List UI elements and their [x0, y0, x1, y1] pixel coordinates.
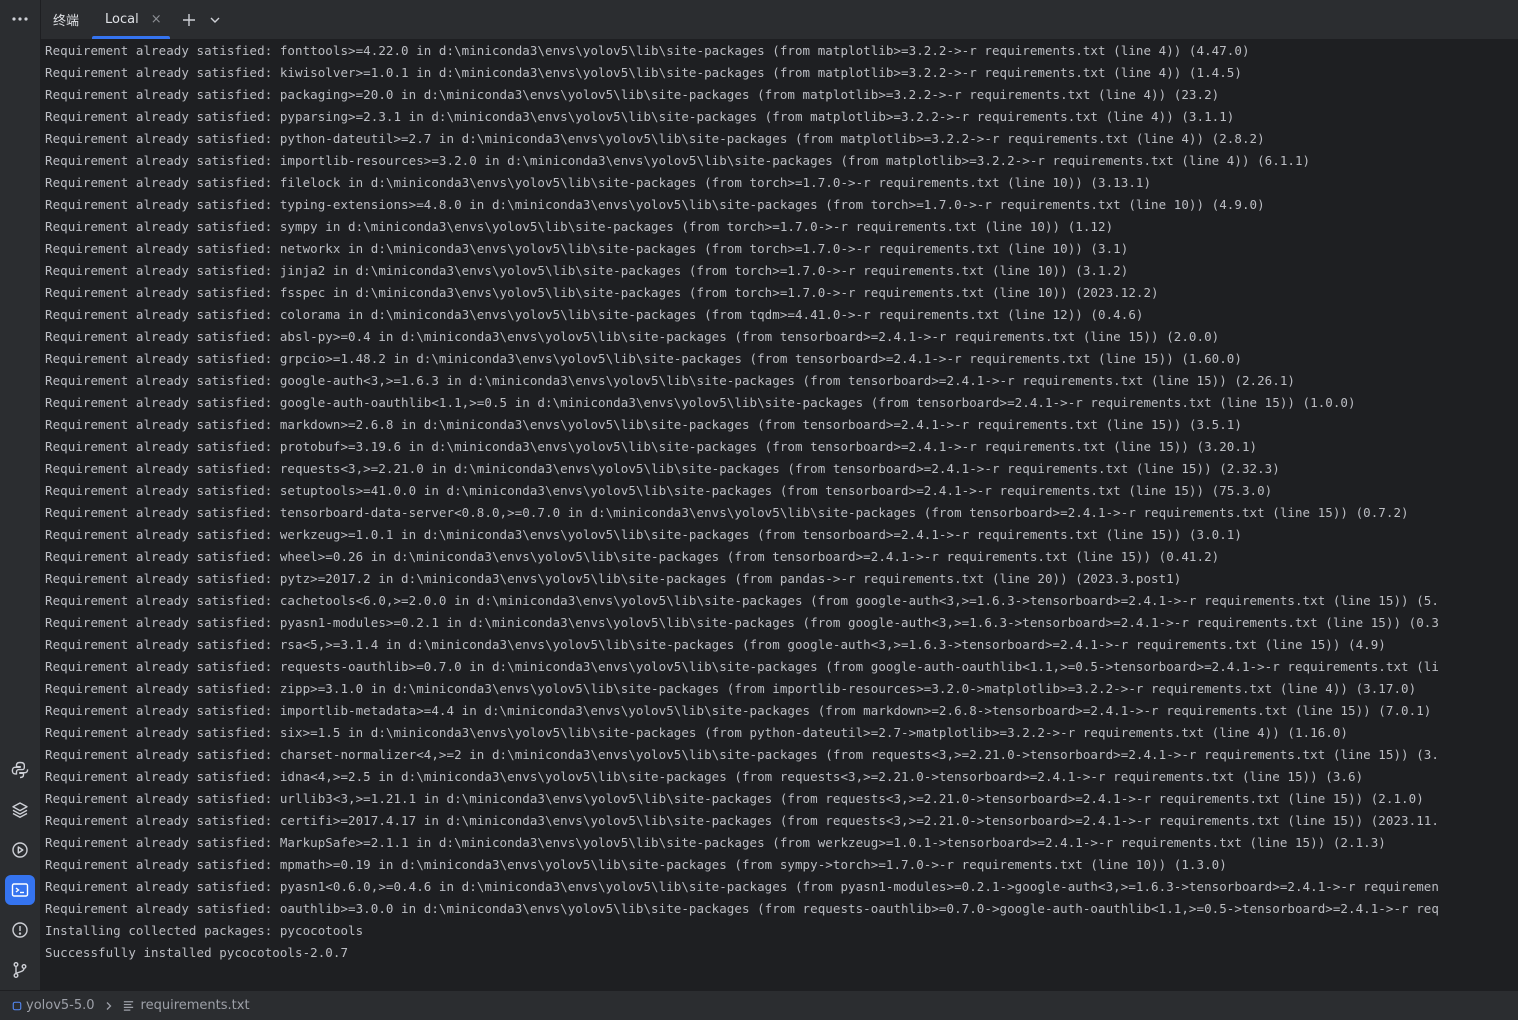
git-button[interactable] — [5, 955, 35, 985]
terminal-line: Requirement already satisfied: urllib3<3… — [45, 791, 1424, 806]
terminal-line: Requirement already satisfied: google-au… — [45, 373, 1295, 388]
close-icon[interactable]: × — [151, 12, 162, 27]
terminal-line: Requirement already satisfied: importlib… — [45, 153, 1311, 168]
terminal-line: Requirement already satisfied: protobuf>… — [45, 439, 1258, 454]
terminal-line: Requirement already satisfied: sympy in … — [45, 219, 1114, 234]
problems-icon — [12, 922, 28, 938]
terminal-line: Requirement already satisfied: MarkupSaf… — [45, 835, 1386, 850]
terminal-line: Requirement already satisfied: importlib… — [45, 703, 1432, 718]
terminal-line: Requirement already satisfied: charset-n… — [45, 747, 1439, 762]
more-horizontal-icon — [12, 17, 28, 21]
terminal-line: Requirement already satisfied: pytz>=201… — [45, 571, 1182, 586]
terminal-button[interactable] — [5, 875, 35, 905]
terminal-line: Requirement already satisfied: requests-… — [45, 659, 1439, 674]
terminal-output[interactable]: Requirement already satisfied: fonttools… — [41, 40, 1518, 990]
terminal-line: Requirement already satisfied: werkzeug>… — [45, 527, 1242, 542]
breadcrumb-project[interactable]: yolov5-5.0 — [12, 998, 95, 1013]
tab-options-dropdown[interactable] — [202, 7, 228, 33]
text-file-icon — [123, 1001, 133, 1011]
python-console-button[interactable] — [5, 755, 35, 785]
layers-button[interactable] — [5, 795, 35, 825]
terminal-line: Requirement already satisfied: requests<… — [45, 461, 1280, 476]
terminal-line: Requirement already satisfied: typing-ex… — [45, 197, 1265, 212]
terminal-line: Requirement already satisfied: six>=1.5 … — [45, 725, 1349, 740]
terminal-line: Requirement already satisfied: python-da… — [45, 131, 1265, 146]
terminal-line: Requirement already satisfied: absl-py>=… — [45, 329, 1220, 344]
terminal-line: Requirement already satisfied: pyasn1<0.… — [45, 879, 1439, 894]
terminal-line: Requirement already satisfied: wheel>=0.… — [45, 549, 1220, 564]
services-button[interactable] — [5, 835, 35, 865]
terminal-line: Requirement already satisfied: networkx … — [45, 241, 1129, 256]
terminal-line: Requirement already satisfied: oauthlib>… — [45, 901, 1439, 916]
services-icon — [12, 842, 28, 858]
problems-button[interactable] — [5, 915, 35, 945]
tab-label: Local — [105, 12, 139, 27]
terminal-line: Successfully installed pycocotools-2.0.7 — [45, 945, 349, 960]
chevron-right-icon — [106, 1001, 111, 1010]
terminal-icon — [11, 883, 29, 897]
breadcrumb-file[interactable]: requirements.txt — [122, 998, 250, 1013]
terminal-line: Requirement already satisfied: setuptool… — [45, 483, 1273, 498]
terminal-line: Requirement already satisfied: google-au… — [45, 395, 1356, 410]
terminal-line: Requirement already satisfied: zipp>=3.1… — [45, 681, 1417, 696]
plus-icon — [182, 13, 195, 26]
project-name: yolov5-5.0 — [26, 998, 95, 1013]
terminal-line: Requirement already satisfied: mpmath>=0… — [45, 857, 1227, 872]
terminal-line: Installing collected packages: pycocotoo… — [45, 923, 364, 938]
git-icon — [13, 962, 27, 978]
terminal-line: Requirement already satisfied: packaging… — [45, 87, 1220, 102]
terminal-tab-bar: 终端 Local × — [41, 0, 1518, 40]
python-console-icon — [11, 761, 29, 779]
new-tab-button[interactable] — [176, 7, 202, 33]
status-bar: yolov5-5.0 requirements.txt — [0, 990, 1518, 1020]
toolwindow-title: 终端 — [53, 14, 80, 29]
terminal-line: Requirement already satisfied: fsspec in… — [45, 285, 1159, 300]
terminal-line: Requirement already satisfied: grpcio>=1… — [45, 351, 1242, 366]
terminal-line: Requirement already satisfied: colorama … — [45, 307, 1144, 322]
module-icon — [12, 1001, 22, 1010]
terminal-line: Requirement already satisfied: rsa<5,>=3… — [45, 637, 1386, 652]
more-options-button[interactable] — [5, 4, 35, 34]
chevron-down-icon — [210, 17, 220, 23]
terminal-line: Requirement already satisfied: tensorboa… — [45, 505, 1409, 520]
terminal-line: Requirement already satisfied: kiwisolve… — [45, 65, 1242, 80]
layers-icon — [12, 802, 28, 818]
terminal-line: Requirement already satisfied: pyasn1-mo… — [45, 615, 1439, 630]
tab-local[interactable]: Local × — [92, 0, 170, 39]
file-name: requirements.txt — [140, 998, 250, 1013]
terminal-line: Requirement already satisfied: idna<4,>=… — [45, 769, 1364, 784]
terminal-line: Requirement already satisfied: markdown>… — [45, 417, 1242, 432]
terminal-line: Requirement already satisfied: filelock … — [45, 175, 1152, 190]
terminal-line: Requirement already satisfied: cachetool… — [45, 593, 1439, 608]
left-tool-strip — [0, 0, 41, 990]
terminal-line: Requirement already satisfied: jinja2 in… — [45, 263, 1129, 278]
terminal-line: Requirement already satisfied: certifi>=… — [45, 813, 1439, 828]
terminal-line: Requirement already satisfied: pyparsing… — [45, 109, 1235, 124]
terminal-line: Requirement already satisfied: fonttools… — [45, 43, 1250, 58]
